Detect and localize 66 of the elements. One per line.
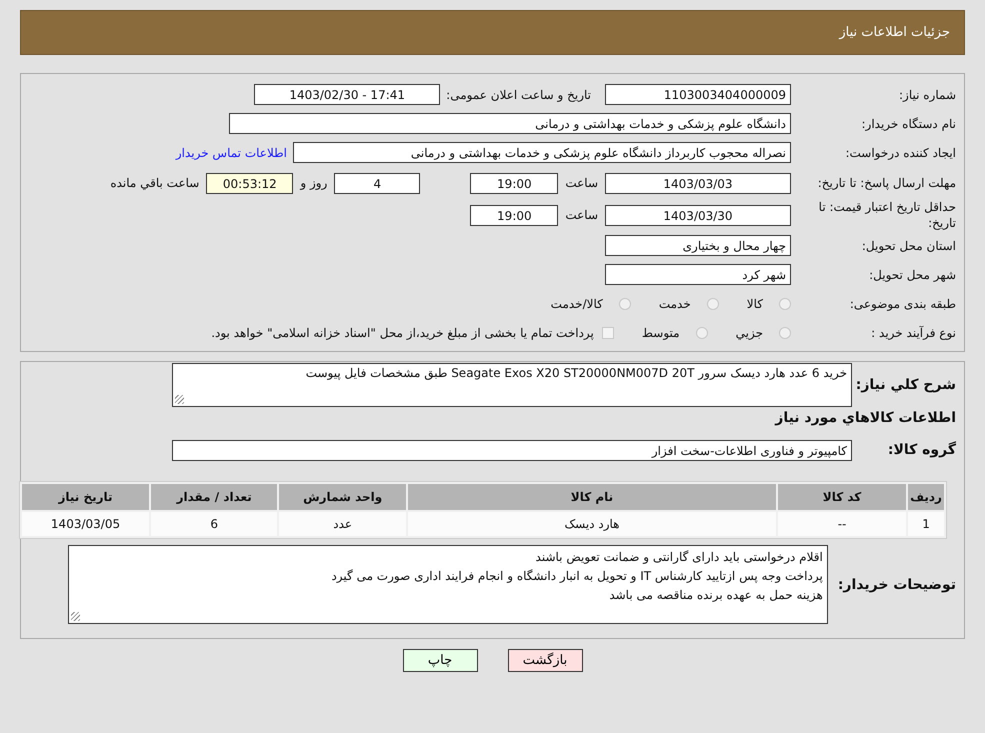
- buyer-notes-textarea[interactable]: اقلام درخواستی باید دارای گارانتی و ضمانت تعویض باشند پرداخت وجه پس ازتایید کارشناس IT و تحویل به انبار دانشگاه و انجام فرایند اداری صورت می گیرد هزینه حمل به عهده برنده مناقصه می باشد: [68, 545, 828, 624]
- field-label: نوع فرآیند خرید :: [870, 326, 957, 340]
- resize-handle-icon[interactable]: [175, 394, 184, 404]
- note-line: پرداخت وجه پس ازتایید کارشناس IT و تحویل به انبار دانشگاه و انجام فرایند اداری صورت می گیرد: [330, 568, 823, 585]
- column-header: ردیف: [908, 484, 944, 510]
- section-title: اطلاعات کالاهاي مورد نیاز: [774, 409, 957, 428]
- buyer-contact-link[interactable]: اطلاعات تماس خریدار: [176, 146, 287, 160]
- payment-note: پرداخت تمام یا بخشی از مبلغ خرید،از محل "اسناد خزانه اسلامی" خواهد بود.: [211, 326, 594, 340]
- field-label: تاریخ و ساعت اعلان عمومی:: [446, 88, 591, 102]
- radio-button[interactable]: [618, 298, 631, 310]
- resize-handle-icon[interactable]: [70, 612, 80, 621]
- column-header: کد کالا: [778, 484, 906, 510]
- buyer-org-field: دانشگاه علوم پزشکی و خدمات بهداشتی و درمانی: [229, 113, 791, 134]
- field-label: طبقه بندی موضوعی:: [848, 296, 957, 310]
- validity-date-field: 1403/03/30: [605, 204, 791, 226]
- action-button[interactable]: چاپ: [402, 649, 478, 672]
- days-field: 4: [334, 172, 420, 194]
- deadline-date-field: 1403/03/03: [605, 172, 791, 194]
- table-cell: 1403/03/05: [22, 512, 150, 536]
- field-label: نام دستگاه خریدار:: [860, 116, 957, 130]
- radio-label: متوسط: [642, 326, 680, 340]
- radio-button[interactable]: [696, 326, 708, 338]
- radio-label: جزيي: [736, 326, 763, 340]
- remaining-label: ساعت باقي مانده: [110, 176, 200, 190]
- column-header: تاریخ نیاز: [22, 484, 150, 510]
- action-button[interactable]: بازگشت: [508, 649, 582, 672]
- need-number-field: 1103003404000009: [605, 84, 791, 105]
- field-label: شرح کلي نیاز:: [854, 376, 957, 392]
- field-label: توضیحات خریدار:: [838, 576, 957, 592]
- announce-date-field: 1403/02/30 - 17:41: [254, 84, 440, 105]
- field-label: ایجاد کننده درخواست:: [844, 146, 957, 160]
- radio-label: خدمت: [658, 296, 691, 310]
- table-cell: 1: [908, 512, 944, 536]
- field-label: حداقل تاریخ اعتبار قیمت: تا تاریخ:: [818, 199, 957, 231]
- note-line: اقلام درخواستی باید دارای گارانتی و ضمانت تعویض باشند: [534, 549, 823, 566]
- radio-label: کالا/خدمت: [550, 296, 603, 310]
- radio-label: کالا: [746, 296, 763, 310]
- time-label: ساعت: [565, 176, 598, 190]
- requester-field: نصراله محجوب کاربرداز دانشگاه علوم پزشکی و خدمات بهداشتی و درمانی: [293, 142, 791, 163]
- page-title: جزئیات اطلاعات نیاز: [839, 25, 950, 40]
- radio-button[interactable]: [779, 298, 791, 310]
- field-label: شماره نیاز:: [898, 88, 957, 102]
- note-line: هزینه حمل به عهده برنده مناقصه می باشد: [608, 587, 823, 604]
- table-cell: --: [778, 512, 906, 536]
- column-header: تعداد / مقدار: [151, 484, 278, 510]
- goods-group-field: کامپیوتر و فناوری اطلاعات-سخت افزار: [172, 440, 852, 460]
- days-label: روز و: [300, 176, 328, 190]
- radio-button[interactable]: [779, 326, 791, 338]
- table-cell: هارد دیسک: [408, 512, 776, 536]
- time-label: ساعت: [565, 208, 598, 222]
- validity-time-field: 19:00: [470, 204, 558, 226]
- deadline-time-field: 19:00: [470, 172, 558, 194]
- field-label: شهر محل تحویل:: [868, 268, 957, 282]
- checkbox[interactable]: [602, 326, 614, 338]
- field-label: استان محل تحویل:: [860, 238, 957, 252]
- table-cell: عدد: [279, 512, 406, 536]
- province-field: چهار محال و بختیاری: [605, 235, 791, 256]
- column-header: واحد شمارش: [279, 484, 406, 510]
- city-field: شهر کرد: [605, 264, 791, 285]
- remaining-time-field: 00:53:12: [206, 172, 294, 194]
- radio-button[interactable]: [706, 298, 719, 310]
- field-label: مهلت ارسال پاسخ: تا تاریخ:: [816, 175, 957, 191]
- table-cell: 6: [151, 512, 278, 536]
- field-label: گروه کالا:: [886, 442, 957, 458]
- column-header: نام کالا: [408, 484, 776, 510]
- description-textarea[interactable]: خرید 6 عدد هارد دیسک سرور Seagate Exos X20 ST20000NM007D 20T طبق مشخصات فایل پیوست: [172, 362, 852, 406]
